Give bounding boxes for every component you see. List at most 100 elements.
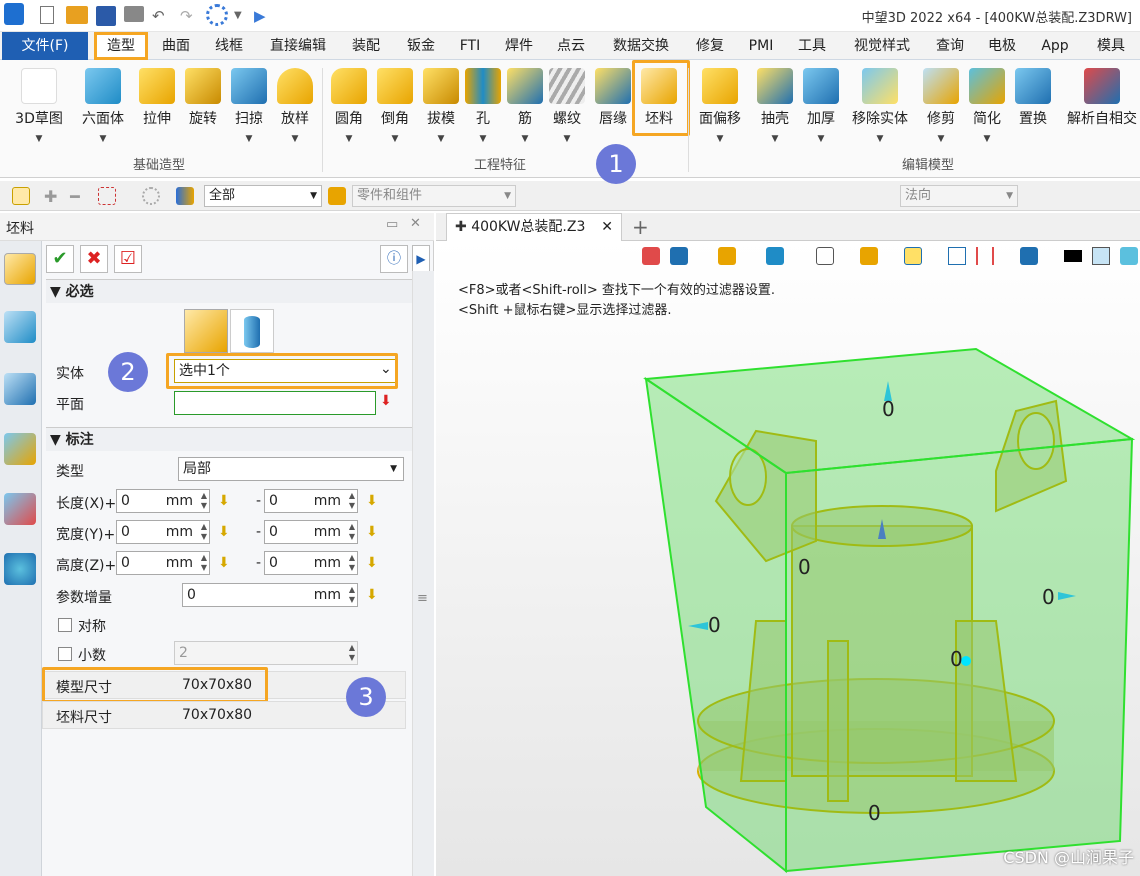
height-minus-field[interactable]: 0 mm ▲ ▼ (264, 551, 358, 575)
menu-direct-edit[interactable]: 直接编辑 (262, 32, 334, 60)
ribbon-shell[interactable]: 抽壳 ▼ (750, 66, 800, 144)
minus-icon[interactable]: ━ (70, 187, 88, 206)
solid-type-cylinder-icon[interactable] (230, 309, 274, 353)
menu-wireframe[interactable]: 线框 (208, 32, 250, 60)
filter-select[interactable]: 全部 ▼ (204, 185, 322, 207)
ribbon-self-intersect[interactable]: 解析自相交 (1066, 66, 1138, 128)
length-minus-field[interactable]: 0 mm ▲ ▼ (264, 489, 358, 513)
redo-icon[interactable]: ↷ (180, 6, 193, 26)
symmetric-checkbox[interactable] (58, 618, 72, 632)
width-plus-field[interactable]: 0 mm ▲ ▼ (116, 520, 210, 544)
select-icon[interactable] (12, 187, 30, 205)
close-icon[interactable]: ✕ (410, 216, 421, 231)
ribbon-thread[interactable]: 螺纹 ▼ (542, 66, 592, 144)
ribbon-lip[interactable]: 唇缘 (588, 66, 638, 128)
section-required[interactable]: ▼ 必选 (46, 279, 412, 303)
type-select[interactable]: 局部 ▼ (178, 457, 404, 481)
menu-file[interactable]: 文件(F) (2, 32, 88, 60)
view-tab-icon[interactable] (4, 433, 36, 465)
section-dimensions[interactable]: ▼ 标注 (46, 427, 412, 451)
expand-icon[interactable]: ▶ (412, 245, 430, 273)
lasso-icon[interactable] (142, 187, 160, 205)
menu-sheetmetal[interactable]: 钣金 (400, 32, 442, 60)
ribbon-extrude[interactable]: 拉伸 (132, 66, 182, 128)
dim-column[interactable]: 0 (798, 555, 811, 579)
parts-components-select[interactable]: 零件和组件 ▼ (352, 185, 516, 207)
play-icon[interactable]: ▶ (254, 6, 266, 26)
ok-button[interactable]: ✔ (46, 245, 74, 273)
chevron-down-icon[interactable]: ▼ (234, 6, 242, 26)
ribbon-chamfer[interactable]: 倒角 ▼ (370, 66, 420, 144)
dim-top[interactable]: 0 (882, 397, 895, 421)
ribbon-sweep[interactable]: 扫掠 ▼ (224, 66, 274, 144)
solid-type-box-icon[interactable] (184, 309, 228, 353)
pin-icon[interactable]: ▭ (386, 217, 398, 232)
ribbon-thicken[interactable]: 加厚 ▼ (796, 66, 846, 144)
filter-icon[interactable] (176, 187, 194, 205)
menu-fti[interactable]: FTI (454, 32, 486, 60)
menu-pmi[interactable]: PMI (742, 32, 780, 60)
print-icon[interactable] (124, 6, 144, 22)
menu-data-exchange[interactable]: 数据交换 (604, 32, 678, 60)
height-minus-pick-icon[interactable]: ⬇ (366, 555, 382, 571)
menu-surface[interactable]: 曲面 (156, 32, 196, 60)
width-plus-pick-icon[interactable]: ⬇ (218, 524, 234, 540)
user-tab-icon[interactable] (4, 553, 36, 585)
info-icon[interactable]: ⓘ (380, 245, 408, 273)
new-file-icon[interactable] (40, 6, 54, 24)
height-plus-field[interactable]: 0 mm ▲ ▼ (116, 551, 210, 575)
apply-button[interactable]: ☑ (114, 245, 142, 273)
ribbon-replace[interactable]: 置换 (1008, 66, 1058, 128)
length-plus-pick-icon[interactable]: ⬇ (218, 493, 234, 509)
menu-weldment[interactable]: 焊件 (498, 32, 540, 60)
plus-icon[interactable]: ✚ (44, 187, 62, 206)
increment-pick-icon[interactable]: ⬇ (366, 587, 382, 603)
3d-viewport[interactable]: <F8>或者<Shift-roll> 查找下一个有效的过滤器设置. <Shift… (436, 241, 1140, 876)
ribbon-remove-solid[interactable]: 移除实体 ▼ (848, 66, 912, 144)
menu-query[interactable]: 查询 (930, 32, 970, 60)
model-view[interactable] (436, 241, 1140, 876)
tab-close-icon[interactable]: ✕ (601, 214, 613, 240)
history-tab-icon[interactable] (4, 311, 36, 343)
double-chevron-icon[interactable]: ⌄ (380, 361, 392, 377)
menu-pointcloud[interactable]: 点云 (550, 32, 592, 60)
dim-right[interactable]: 0 (1042, 585, 1055, 609)
ribbon-trim[interactable]: 修剪 ▼ (916, 66, 966, 144)
dim-left[interactable]: 0 (708, 613, 721, 637)
menu-repair[interactable]: 修复 (690, 32, 730, 60)
parts-filter-icon[interactable] (328, 187, 346, 205)
ribbon-fillet[interactable]: 圆角 ▼ (324, 66, 374, 144)
height-plus-pick-icon[interactable]: ⬇ (218, 555, 234, 571)
ribbon-3d-sketch[interactable]: 3D草图 ▼ (14, 66, 64, 144)
panel-splitter[interactable]: ≡ (412, 271, 434, 876)
increment-field[interactable]: 0 mm ▲ ▼ (182, 583, 358, 607)
menu-assembly[interactable]: 装配 (346, 32, 386, 60)
length-minus-pick-icon[interactable]: ⬇ (366, 493, 382, 509)
direction-select[interactable]: 法向 ▼ (900, 185, 1018, 207)
assembly-tree-icon[interactable] (4, 373, 36, 405)
dim-bottom[interactable]: 0 (868, 801, 881, 825)
window-select-icon[interactable] (98, 187, 116, 205)
tab-document[interactable]: ✚ 400KW总装配.Z3 ✕ (446, 213, 622, 241)
ribbon-revolve[interactable]: 旋转 (178, 66, 228, 128)
refresh-icon[interactable] (206, 4, 228, 26)
ribbon-box[interactable]: 六面体 ▼ (78, 66, 128, 144)
decimal-field[interactable]: 2 ▲ ▼ (174, 641, 358, 665)
cancel-button[interactable]: ✖ (80, 245, 108, 273)
ribbon-face-offset[interactable]: 面偏移 ▼ (696, 66, 744, 144)
ribbon-loft[interactable]: 放样 ▼ (270, 66, 320, 144)
width-minus-field[interactable]: 0 mm ▲ ▼ (264, 520, 358, 544)
blank-tab-icon[interactable] (4, 253, 36, 285)
save-icon[interactable] (96, 6, 116, 26)
decimal-checkbox[interactable] (58, 647, 72, 661)
menu-mold[interactable]: 模具 (1090, 32, 1132, 60)
new-tab-icon[interactable]: + (632, 215, 649, 239)
plane-pick-icon[interactable]: ⬇ (380, 393, 392, 409)
undo-icon[interactable]: ↶ (152, 6, 165, 26)
ribbon-simplify[interactable]: 简化 ▼ (962, 66, 1012, 144)
length-plus-field[interactable]: 0 mm ▲ ▼ (116, 489, 210, 513)
menu-tools[interactable]: 工具 (792, 32, 832, 60)
open-file-icon[interactable] (66, 6, 88, 24)
plane-field[interactable] (174, 391, 376, 415)
menu-model[interactable]: 造型 (94, 32, 148, 60)
